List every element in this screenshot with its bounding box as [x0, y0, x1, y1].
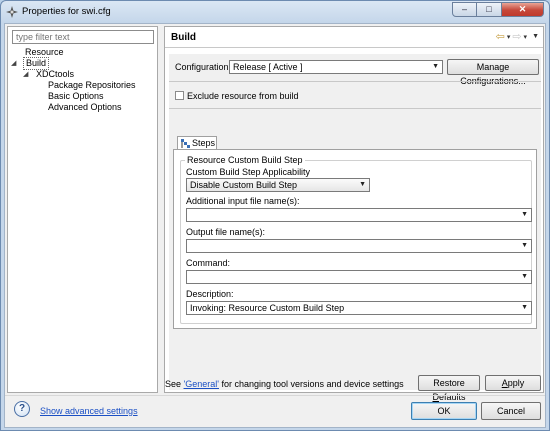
- general-link[interactable]: 'General': [184, 379, 219, 389]
- configuration-select[interactable]: Release [ Active ] ▼: [229, 60, 443, 74]
- chevron-down-icon[interactable]: ▼: [521, 271, 528, 283]
- build-settings: Configuration: Release [ Active ] ▼ Mana…: [169, 54, 541, 390]
- exclude-checkbox[interactable]: [175, 91, 184, 100]
- general-note-suffix: for changing tool versions and device se…: [218, 379, 404, 389]
- close-button[interactable]: ✕: [502, 2, 544, 17]
- configuration-value: Release [ Active ]: [233, 62, 303, 72]
- bottom-separator: [5, 395, 545, 396]
- separator: [169, 108, 541, 109]
- apply-label-post: pply: [507, 378, 525, 388]
- ok-button[interactable]: OK: [411, 402, 477, 420]
- general-note: See 'General' for changing tool versions…: [165, 379, 404, 389]
- chevron-down-icon[interactable]: ▼: [521, 209, 528, 221]
- filter-input[interactable]: [12, 30, 154, 44]
- additional-input-label: Additional input file name(s):: [186, 196, 300, 206]
- title-bar[interactable]: Properties for swi.cfg – □ ✕: [1, 1, 549, 23]
- tree-item-xdctools[interactable]: XDCtools: [36, 69, 74, 80]
- apply-button[interactable]: Apply: [485, 375, 541, 391]
- cancel-button[interactable]: Cancel: [481, 402, 541, 420]
- back-history-caret-icon[interactable]: ▾: [507, 33, 511, 41]
- title-separator: [165, 47, 543, 48]
- history-nav: ⇦ ▾ ⇨ ▾ ▼: [496, 30, 539, 43]
- additional-input-combo[interactable]: ▼: [186, 208, 532, 222]
- back-arrow-icon[interactable]: ⇦: [496, 30, 505, 43]
- output-combo[interactable]: ▼: [186, 239, 532, 253]
- general-note-prefix: See: [165, 379, 184, 389]
- applicability-label: Custom Build Step Applicability: [186, 167, 311, 177]
- description-combo[interactable]: Invoking: Resource Custom Build Step ▼: [186, 301, 532, 315]
- app-icon: [6, 6, 18, 18]
- tab-steps[interactable]: Steps: [177, 136, 217, 150]
- chevron-down-icon: ▼: [359, 181, 366, 188]
- output-label: Output file name(s):: [186, 227, 266, 237]
- custom-build-group: Resource Custom Build Step Custom Build …: [180, 155, 532, 324]
- description-label: Description:: [186, 289, 234, 299]
- page-panel: Build ⇦ ▾ ⇨ ▾ ▼ Configuration: Release […: [164, 26, 544, 393]
- group-title: Resource Custom Build Step: [185, 155, 305, 165]
- navigation-panel: Resource ◢ Build ◢ XDCtools Package Repo…: [7, 26, 158, 393]
- applicability-value: Disable Custom Build Step: [190, 180, 298, 190]
- expanded-arrow-icon[interactable]: ◢: [11, 59, 16, 67]
- steps-tab-content: Resource Custom Build Step Custom Build …: [173, 149, 537, 329]
- dialog-client-area: Resource ◢ Build ◢ XDCtools Package Repo…: [4, 23, 546, 428]
- configuration-label: Configuration:: [175, 62, 232, 72]
- restore-defaults-button[interactable]: Restore Defaults: [418, 375, 480, 402]
- forward-arrow-icon[interactable]: ⇨: [512, 30, 521, 43]
- restore-defaults-label-post: efaults: [438, 392, 466, 402]
- exclude-label: Exclude resource from build: [187, 91, 299, 101]
- restore-defaults-label-pre: Restore: [433, 378, 465, 388]
- tree-item-package-repositories[interactable]: Package Repositories: [48, 80, 136, 91]
- applicability-select[interactable]: Disable Custom Build Step ▼: [186, 178, 370, 192]
- chevron-down-icon[interactable]: ▼: [521, 240, 528, 252]
- separator: [169, 81, 541, 82]
- command-combo[interactable]: ▼: [186, 270, 532, 284]
- page-title: Build: [171, 32, 196, 43]
- show-advanced-settings-link[interactable]: Show advanced settings: [40, 406, 138, 416]
- steps-icon: [181, 139, 190, 148]
- view-menu-icon[interactable]: ▼: [532, 33, 539, 40]
- command-label: Command:: [186, 258, 231, 268]
- tab-steps-label: Steps: [192, 138, 216, 148]
- manage-configurations-button[interactable]: Manage Configurations...: [447, 59, 539, 86]
- help-icon[interactable]: ?: [14, 401, 30, 417]
- maximize-button[interactable]: □: [477, 2, 502, 17]
- expanded-arrow-icon[interactable]: ◢: [23, 70, 28, 78]
- chevron-down-icon: ▼: [432, 63, 439, 70]
- window-title: Properties for swi.cfg: [22, 6, 111, 17]
- properties-dialog: Properties for swi.cfg – □ ✕ Resource ◢ …: [0, 0, 550, 431]
- tree-item-advanced-options[interactable]: Advanced Options: [48, 102, 122, 113]
- tree-item-basic-options[interactable]: Basic Options: [48, 91, 104, 102]
- minimize-button[interactable]: –: [452, 2, 477, 17]
- window-controls: – □ ✕: [452, 2, 544, 18]
- chevron-down-icon[interactable]: ▼: [521, 302, 528, 314]
- description-value: Invoking: Resource Custom Build Step: [190, 303, 345, 313]
- forward-history-caret-icon[interactable]: ▾: [524, 33, 528, 41]
